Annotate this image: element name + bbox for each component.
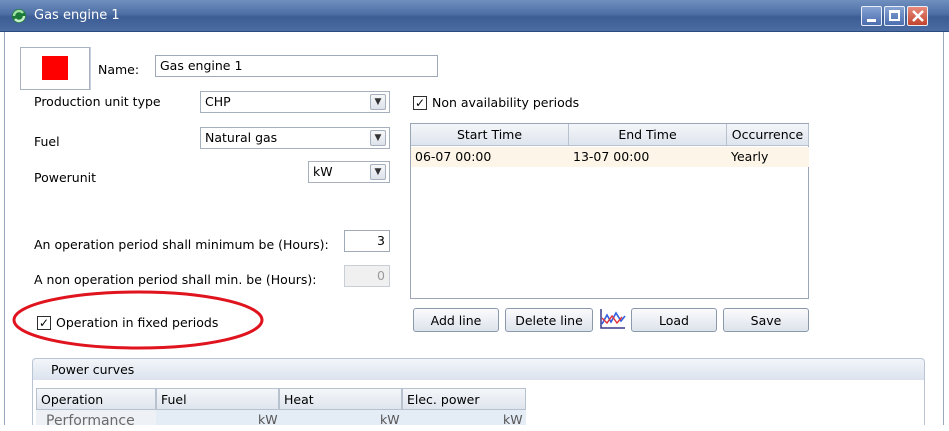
chevron-down-icon[interactable]: ▼ (370, 164, 386, 180)
cell-start-time[interactable]: 06-07 00:00 (411, 147, 569, 167)
minimize-button[interactable] (861, 6, 882, 26)
column-header-start[interactable]: Start Time (411, 124, 569, 146)
load-button[interactable]: Load (631, 308, 717, 332)
availability-grid[interactable]: Start Time End Time Occurrence 06-07 00:… (410, 123, 809, 299)
cell-end-time[interactable]: 13-07 00:00 (569, 147, 727, 167)
name-label: Name: (98, 62, 140, 77)
column-header-end[interactable]: End Time (569, 124, 727, 146)
fuel-label: Fuel (34, 134, 60, 149)
window-title: Gas engine 1 (34, 8, 120, 23)
fuel-value: Natural gas (205, 130, 278, 145)
highlight-ellipse (12, 290, 264, 350)
app-icon (12, 9, 26, 23)
pc-header-fuel[interactable]: Fuel (156, 388, 279, 410)
name-input[interactable]: Gas engine 1 (155, 55, 438, 77)
maximize-icon (889, 10, 900, 21)
min-operation-label: An operation period shall minimum be (Ho… (34, 237, 329, 252)
delete-line-button[interactable]: Delete line (505, 308, 593, 332)
checkmark-icon: ✓ (414, 96, 426, 110)
powerunit-label: Powerunit (34, 170, 97, 185)
non-availability-label: Non availability periods (432, 95, 580, 110)
power-curves-title: Power curves (51, 362, 135, 377)
minimize-icon (867, 19, 876, 22)
maximize-button[interactable] (884, 6, 905, 26)
pc-header-operation[interactable]: Operation (36, 388, 156, 410)
production-type-value: CHP (205, 94, 231, 109)
title-bar: Gas engine 1 (0, 0, 949, 32)
min-operation-input[interactable]: 3 (344, 230, 390, 252)
divider (90, 47, 91, 90)
power-curves-header: Power curves (32, 358, 925, 380)
fuel-select[interactable]: Natural gas (200, 127, 390, 149)
non-availability-checkbox[interactable]: ✓ (413, 96, 427, 110)
chevron-down-icon[interactable]: ▼ (370, 130, 386, 146)
chevron-down-icon[interactable]: ▼ (370, 94, 386, 110)
pc-unit-elec: kW (503, 412, 523, 427)
add-line-button[interactable]: Add line (413, 308, 499, 332)
pc-header-elec-power[interactable]: Elec. power (402, 388, 526, 410)
cell-occurrence[interactable]: Yearly (727, 147, 809, 167)
pc-row-values[interactable] (156, 410, 526, 425)
pc-unit-heat: kW (380, 412, 400, 427)
column-header-occurrence[interactable]: Occurrence (727, 124, 809, 146)
save-button[interactable]: Save (723, 308, 809, 332)
pc-unit-fuel: kW (258, 412, 278, 427)
close-button[interactable] (907, 6, 928, 26)
powerunit-value: kW (313, 164, 333, 179)
pc-header-heat[interactable]: Heat (279, 388, 402, 410)
production-type-label: Production unit type (34, 94, 161, 109)
color-swatch[interactable] (42, 56, 68, 80)
pc-row-label: Performance (46, 413, 135, 429)
close-icon (912, 10, 924, 22)
chart-icon[interactable] (598, 306, 628, 332)
min-non-operation-input[interactable]: 0 (344, 265, 390, 287)
production-type-select[interactable]: CHP (200, 91, 390, 113)
